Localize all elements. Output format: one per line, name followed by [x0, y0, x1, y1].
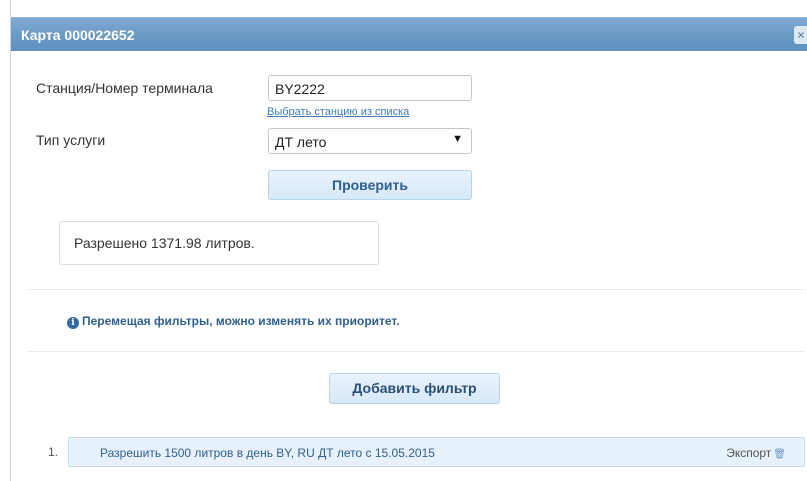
- export-link[interactable]: Экспорт 🗑: [726, 446, 786, 460]
- service-type-value: ДТ лето: [275, 134, 327, 150]
- add-filter-button[interactable]: Добавить фильтр: [329, 373, 500, 404]
- dialog-title: Карта 000022652: [21, 27, 135, 43]
- service-type-label: Тип услуги: [36, 132, 106, 148]
- dialog-titlebar[interactable]: Карта 000022652 ×: [11, 17, 807, 51]
- check-button[interactable]: Проверить: [268, 170, 472, 200]
- filter-text: Разрешить 1500 литров в день BY, RU ДТ л…: [100, 446, 435, 460]
- filter-row[interactable]: Разрешить 1500 литров в день BY, RU ДТ л…: [68, 437, 805, 467]
- info-text: Перемещая фильтры, можно изменять их при…: [82, 314, 400, 328]
- result-box: Разрешено 1371.98 литров.: [59, 221, 379, 265]
- filter-number: 1.: [48, 445, 59, 459]
- station-label: Станция/Номер терминала: [36, 80, 213, 96]
- divider: [28, 289, 804, 290]
- close-icon[interactable]: ×: [794, 26, 807, 44]
- card-dialog: Карта 000022652 × Станция/Номер терминал…: [10, 0, 807, 481]
- export-label: Экспорт: [726, 446, 772, 460]
- info-message: i Перемещая фильтры, можно изменять их пр…: [67, 314, 400, 329]
- chevron-down-icon: ▼: [452, 133, 463, 145]
- service-type-select[interactable]: ДТ лето ▼: [268, 128, 472, 154]
- station-input[interactable]: BY2222: [268, 75, 472, 101]
- choose-station-link[interactable]: Выбрать станцию из списка: [267, 106, 409, 118]
- trash-icon[interactable]: 🗑: [773, 449, 786, 460]
- divider: [28, 351, 804, 352]
- info-icon: i: [67, 317, 79, 329]
